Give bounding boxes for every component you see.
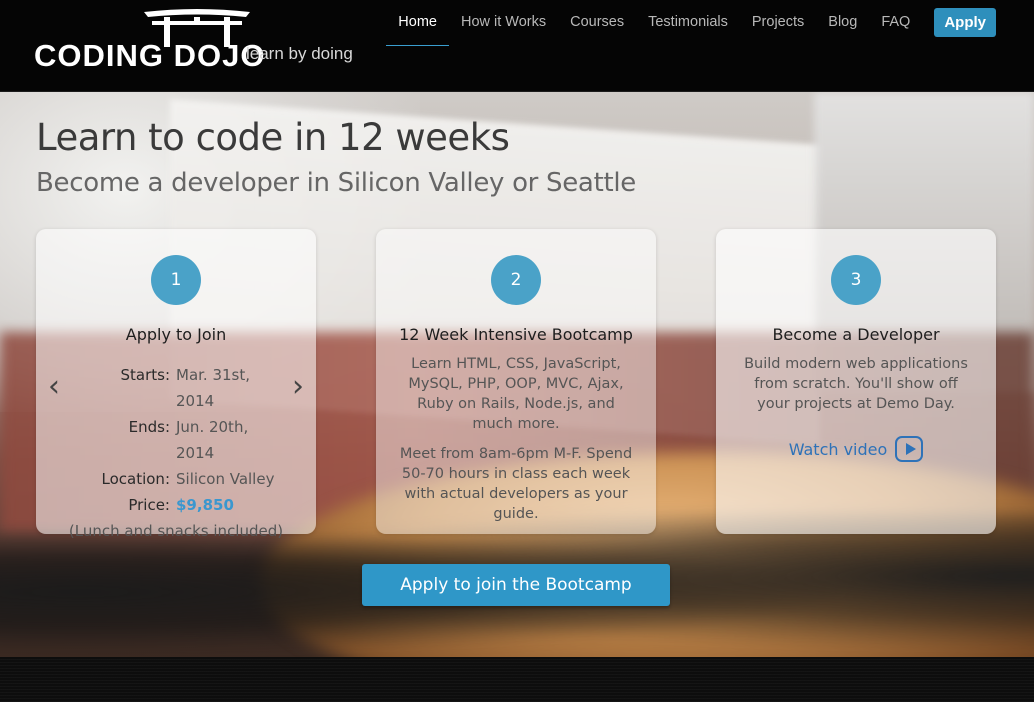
- card-title: Apply to Join: [125, 325, 227, 344]
- step-card-bootcamp: 2 12 Week Intensive Bootcamp Learn HTML,…: [376, 229, 656, 534]
- detail-value: Jun. 20th, 2014: [176, 418, 249, 462]
- hero-section: Learn to code in 12 weeks Become a devel…: [0, 92, 1034, 657]
- chevron-left-icon[interactable]: ‹: [44, 369, 64, 404]
- detail-row-starts: Starts: Mar. 31st, 2014: [36, 362, 316, 414]
- card-body: Learn HTML, CSS, JavaScript, MySQL, PHP,…: [396, 354, 636, 524]
- card-paragraph: Meet from 8am-6pm M-F. Spend 50-70 hours…: [399, 446, 633, 522]
- apply-bootcamp-button[interactable]: Apply to join the Bootcamp: [362, 564, 670, 606]
- detail-label: Location:: [101, 470, 171, 488]
- logo-text: CODING DOJO: [34, 38, 266, 73]
- detail-row-location: Location: Silicon Valley: [36, 466, 316, 492]
- card-note: (Lunch and snacks included): [68, 522, 284, 540]
- detail-value: Mar. 31st, 2014: [176, 366, 251, 410]
- main-nav: Home How it Works Courses Testimonials P…: [374, 7, 996, 46]
- card-paragraph: Learn HTML, CSS, JavaScript, MySQL, PHP,…: [408, 356, 624, 432]
- nav-how-it-works[interactable]: How it Works: [461, 8, 546, 46]
- detail-label: Starts:: [120, 366, 170, 384]
- tagline: learn by doing: [246, 44, 353, 63]
- coding-dojo-logo[interactable]: CODING DOJO: [34, 8, 264, 80]
- chevron-right-icon[interactable]: ›: [288, 369, 308, 404]
- step-number: 3: [831, 255, 881, 305]
- card-paragraph: Build modern web applications from scrat…: [744, 356, 968, 412]
- detail-row-ends: Ends: Jun. 20th, 2014: [36, 414, 316, 466]
- nav-blog[interactable]: Blog: [828, 8, 857, 46]
- watch-video-link[interactable]: Watch video: [789, 436, 924, 462]
- detail-row-price: Price: $9,850: [36, 492, 316, 518]
- card-body: Build modern web applications from scrat…: [736, 354, 976, 414]
- nav-faq[interactable]: FAQ: [881, 8, 910, 46]
- apply-button[interactable]: Apply: [934, 7, 996, 37]
- step-card-apply: ‹ › 1 Apply to Join Starts: Mar. 31st, 2…: [36, 229, 316, 540]
- nav-testimonials[interactable]: Testimonials: [648, 8, 728, 46]
- detail-label: Price:: [128, 496, 170, 514]
- card-title: Become a Developer: [772, 325, 940, 344]
- watch-video-label: Watch video: [788, 439, 888, 459]
- card-title: 12 Week Intensive Bootcamp: [399, 325, 633, 344]
- step-number: 1: [151, 255, 201, 305]
- site-header: CODING DOJO learn by doing Home How it W…: [0, 0, 1034, 92]
- nav-projects[interactable]: Projects: [752, 8, 804, 46]
- play-icon: [895, 436, 924, 462]
- detail-value: Silicon Valley: [176, 470, 275, 488]
- price-value: $9,850: [176, 496, 234, 514]
- session-details: Starts: Mar. 31st, 2014 Ends: Jun. 20th,…: [36, 362, 316, 544]
- step-number: 2: [491, 255, 541, 305]
- footer-strip: [0, 657, 1034, 702]
- nav-home[interactable]: Home: [386, 8, 449, 46]
- nav-courses[interactable]: Courses: [570, 8, 624, 46]
- hero-headline: Learn to code in 12 weeks: [36, 116, 510, 159]
- hero-subheadline: Become a developer in Silicon Valley or …: [36, 168, 636, 198]
- step-card-developer: 3 Become a Developer Build modern web ap…: [716, 229, 996, 534]
- detail-label: Ends:: [128, 418, 170, 436]
